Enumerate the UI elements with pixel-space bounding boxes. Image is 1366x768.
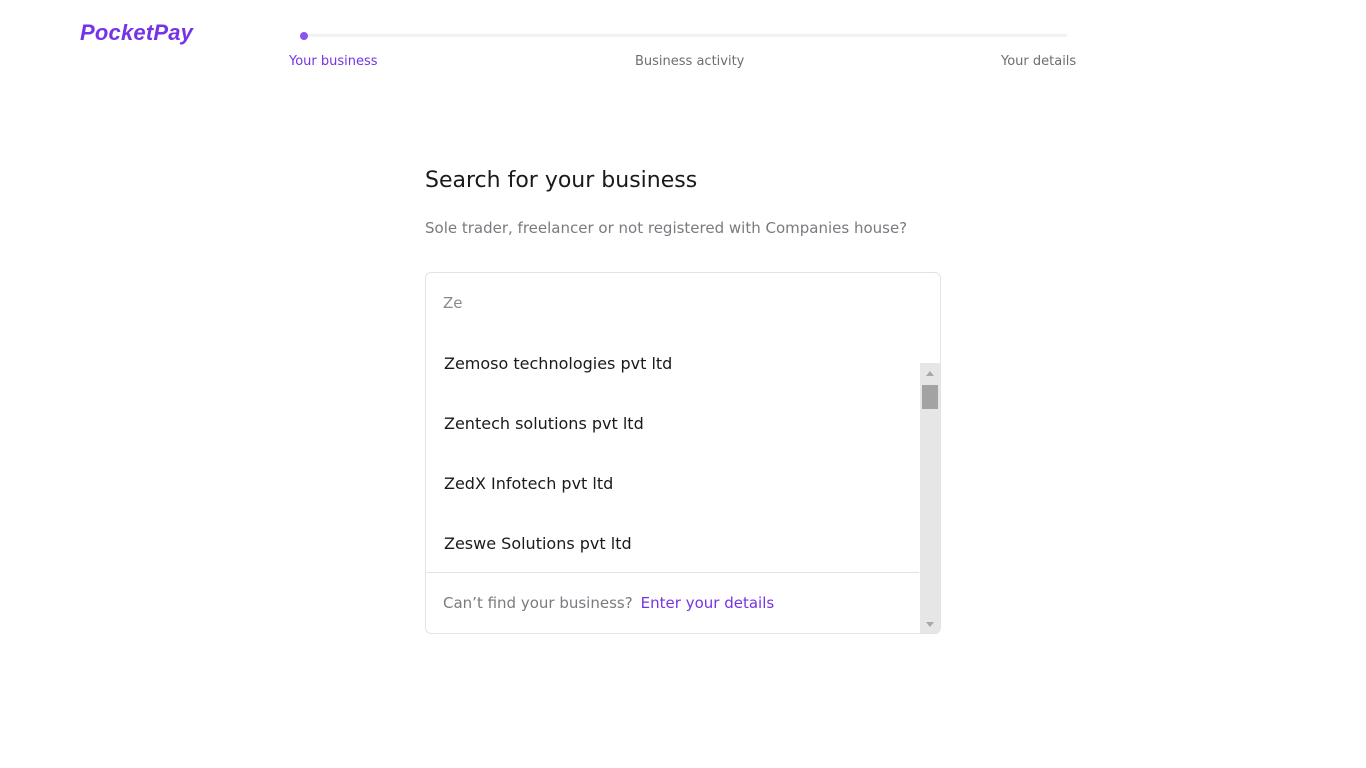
business-search-input[interactable]: [426, 273, 940, 333]
page-title: Search for your business: [425, 168, 698, 193]
step-your-business: Your business: [289, 54, 378, 69]
scrollbar-thumb[interactable]: [922, 385, 938, 409]
progress-stepper-track: [300, 34, 1067, 37]
cant-find-business-text: Can’t find your business?: [443, 594, 633, 612]
scroll-up-arrow-icon[interactable]: [926, 371, 934, 376]
step-business-activity: Business activity: [635, 54, 745, 69]
step-your-details: Your details: [1001, 54, 1077, 69]
search-result-item[interactable]: Zeswe Solutions pvt ltd: [426, 513, 919, 573]
pocketpay-logo[interactable]: PocketPay: [80, 20, 193, 46]
search-result-item[interactable]: ZedX Infotech pvt ltd: [426, 453, 919, 513]
results-scrollbar[interactable]: [920, 363, 940, 633]
search-results-list: Zemoso technologies pvt ltd Zentech solu…: [426, 333, 919, 573]
cant-find-business-row: Can’t find your business? Enter your det…: [426, 572, 919, 633]
page-subtitle: Sole trader, freelancer or not registere…: [425, 219, 908, 237]
search-result-item[interactable]: Zentech solutions pvt ltd: [426, 393, 919, 453]
scroll-down-arrow-icon[interactable]: [926, 622, 934, 627]
business-search-dropdown: Zemoso technologies pvt ltd Zentech solu…: [425, 272, 941, 634]
enter-your-details-link[interactable]: Enter your details: [641, 594, 775, 612]
search-result-item[interactable]: Zemoso technologies pvt ltd: [426, 333, 919, 393]
progress-stepper-dot: [300, 32, 308, 40]
